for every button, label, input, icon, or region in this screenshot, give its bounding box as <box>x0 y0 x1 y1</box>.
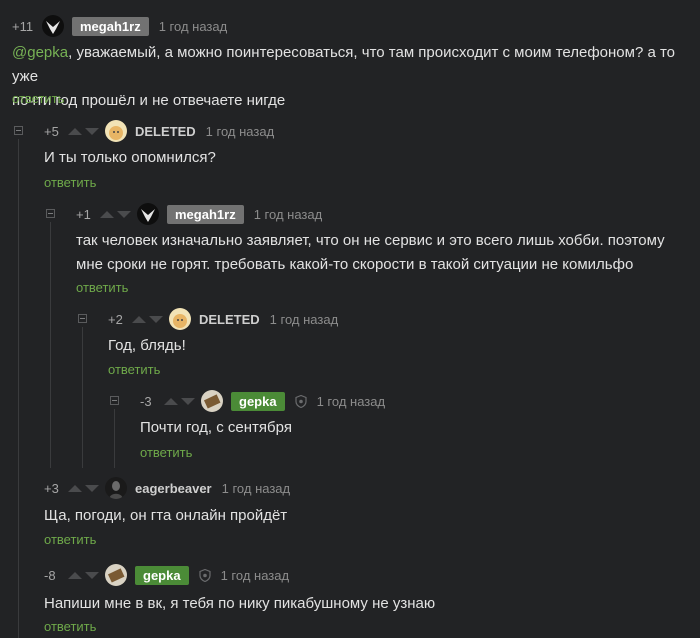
avatar[interactable] <box>169 308 191 330</box>
comment-header: +2 DELETED 1 год назад <box>108 308 338 330</box>
comment-time[interactable]: 1 год назад <box>206 124 274 139</box>
avatar[interactable] <box>137 203 159 225</box>
comment-text: @gepka, уважаемый, а можно поинтересоват… <box>12 44 676 109</box>
triangle-down-icon[interactable] <box>85 571 99 579</box>
author-nick[interactable]: gepka <box>231 391 285 411</box>
comment-time[interactable]: 1 год назад <box>221 568 289 583</box>
author-nick[interactable]: megah1rz <box>167 204 244 224</box>
collapse-minus-icon[interactable] <box>110 396 119 405</box>
thread-line <box>114 409 115 468</box>
triangle-down-icon[interactable] <box>85 127 99 135</box>
author-nick[interactable]: gepka <box>135 565 189 585</box>
comment-time[interactable]: 1 год назад <box>317 394 385 409</box>
collapse-minus-icon[interactable] <box>78 314 87 323</box>
reply-link[interactable]: ответить <box>140 445 192 460</box>
reply-link[interactable]: ответить <box>44 532 96 547</box>
triangle-up-icon[interactable] <box>68 571 82 579</box>
comment-header: +3 eagerbeaver 1 год назад <box>44 477 290 499</box>
author-nick[interactable]: megah1rz <box>72 16 149 36</box>
comment-rating: +5 <box>44 123 59 139</box>
triangle-down-icon[interactable] <box>117 210 131 218</box>
triangle-up-icon[interactable] <box>132 315 146 323</box>
avatar[interactable] <box>42 15 64 37</box>
author-nick[interactable]: DELETED <box>199 312 260 327</box>
comment-text: так человек изначально заявляет, что он … <box>76 232 665 273</box>
comment-rating: +1 <box>76 206 91 222</box>
book-avatar-icon <box>203 394 221 409</box>
avatar[interactable] <box>105 120 127 142</box>
triangle-up-icon[interactable] <box>164 397 178 405</box>
comment-time[interactable]: 1 год назад <box>254 207 322 222</box>
comment-rating: +2 <box>108 311 123 327</box>
triangle-down-icon[interactable] <box>149 315 163 323</box>
reply-link[interactable]: ответить <box>76 280 128 295</box>
comment-text: Почти год, с сентября <box>140 419 292 436</box>
author-nick[interactable]: eagerbeaver <box>135 481 212 496</box>
reply-link[interactable]: ответить <box>44 175 96 190</box>
reply-link[interactable]: ответить <box>108 362 160 377</box>
user-mention[interactable]: @gepka <box>12 44 68 61</box>
reply-link[interactable]: ответить <box>12 91 64 106</box>
reply-link[interactable]: ответить <box>44 619 96 634</box>
triangle-up-icon[interactable] <box>68 484 82 492</box>
comment-time[interactable]: 1 год назад <box>159 19 227 34</box>
comment-text: Ща, погоди, он гта онлайн пройдёт <box>44 507 288 524</box>
comment-text: Год, блядь! <box>108 337 186 354</box>
comment-rating: +11 <box>12 18 34 34</box>
triangle-up-icon[interactable] <box>68 127 82 135</box>
comment-text: И ты только опомнился? <box>44 149 216 166</box>
comment-header: -3 gepka 1 год назад <box>140 390 385 412</box>
book-avatar-icon <box>107 568 125 583</box>
author-nick[interactable]: DELETED <box>135 124 196 139</box>
comment-time[interactable]: 1 год назад <box>270 312 338 327</box>
shield-icon <box>294 394 307 408</box>
thread-line <box>82 327 83 468</box>
comment-header: +5 DELETED 1 год назад <box>44 120 274 142</box>
comment-rating: -8 <box>44 567 56 583</box>
comment-header: +11 megah1rz 1 год назад <box>12 15 227 37</box>
comment-rating: +3 <box>44 480 59 496</box>
avatar[interactable] <box>201 390 223 412</box>
thread-line <box>50 222 51 468</box>
comment-rating: -3 <box>140 393 152 409</box>
bird-avatar-icon <box>46 21 60 34</box>
triangle-down-icon[interactable] <box>85 484 99 492</box>
shield-icon <box>198 568 211 582</box>
cat-avatar-icon <box>109 126 123 140</box>
bird-avatar-icon <box>141 209 155 222</box>
avatar[interactable] <box>105 564 127 586</box>
thread-line <box>18 139 19 638</box>
collapse-minus-icon[interactable] <box>46 209 55 218</box>
comment-header: -8 gepka 1 год назад <box>44 564 289 586</box>
person-avatar-icon <box>109 481 123 499</box>
triangle-down-icon[interactable] <box>181 397 195 405</box>
avatar[interactable] <box>105 477 127 499</box>
comment-time[interactable]: 1 год назад <box>222 481 290 496</box>
triangle-up-icon[interactable] <box>100 210 114 218</box>
comment-header: +1 megah1rz 1 год назад <box>76 203 322 225</box>
comment-text: Напиши мне в вк, я тебя по нику пикабушн… <box>44 595 436 612</box>
cat-avatar-icon <box>173 314 187 328</box>
collapse-minus-icon[interactable] <box>14 126 23 135</box>
